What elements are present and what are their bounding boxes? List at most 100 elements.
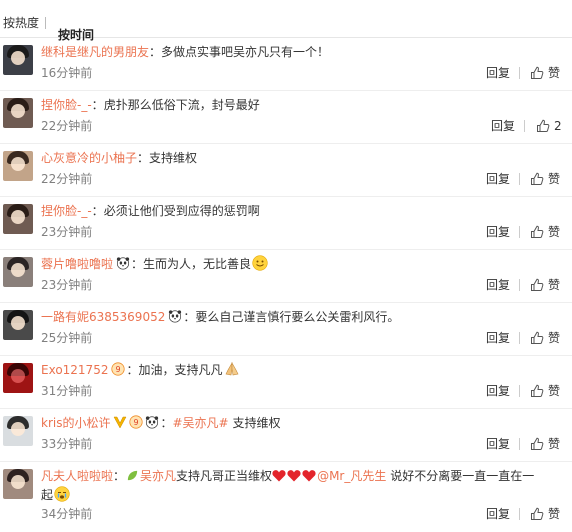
- username-link[interactable]: 捏你脸-_-: [41, 98, 92, 112]
- sort-by-hot-tab[interactable]: 按热度: [3, 15, 39, 31]
- action-divider: [519, 438, 520, 450]
- comment-text: 多做点实事吧吴亦凡只有一个！: [161, 45, 330, 59]
- comment-time: 22分钟前: [41, 172, 93, 186]
- username-link[interactable]: 捏你脸-_-: [41, 204, 92, 218]
- username-link[interactable]: 继科是继凡的男朋友: [41, 45, 149, 59]
- comment-item: 蓉片噜啦噜啦 ：生而为人，无比善良 23分钟前 回复 赞: [0, 250, 572, 303]
- like-label: 赞: [548, 384, 561, 398]
- like-button[interactable]: 赞: [530, 276, 560, 294]
- comment-time: 23分钟前: [41, 225, 93, 239]
- comment-time: 31分钟前: [41, 384, 93, 398]
- avatar[interactable]: [3, 98, 33, 128]
- reply-button[interactable]: 回复: [486, 224, 510, 240]
- avatar[interactable]: [3, 151, 33, 181]
- like-label: 赞: [548, 437, 561, 451]
- like-button[interactable]: 赞: [530, 505, 560, 523]
- reply-button[interactable]: 回复: [486, 506, 510, 522]
- heart-icon: [302, 469, 316, 482]
- comment-text: 加油，支持凡凡: [138, 363, 223, 377]
- comment-item: 捏你脸-_-：虎扑那么低俗下流，封号最好 22分钟前 回复 2: [0, 91, 572, 144]
- comment-time: 23分钟前: [41, 278, 93, 292]
- reply-button[interactable]: 回复: [486, 383, 510, 399]
- reply-button[interactable]: 回复: [491, 118, 515, 134]
- avatar[interactable]: [3, 257, 33, 287]
- reply-button[interactable]: 回复: [486, 330, 510, 346]
- like-button[interactable]: 赞: [530, 64, 560, 82]
- mention-link[interactable]: @Mr_凡先生: [317, 469, 386, 483]
- like-button[interactable]: 赞: [530, 223, 560, 241]
- fan-badge-icon: [111, 362, 125, 376]
- comment-item: 心灰意冷的小柚子：支持维权 22分钟前 回复 赞: [0, 144, 572, 197]
- avatar[interactable]: [3, 204, 33, 234]
- heart-icon: [272, 469, 286, 482]
- comment-line: 心灰意冷的小柚子：支持维权: [41, 151, 198, 165]
- avatar[interactable]: [3, 310, 33, 340]
- thumbs-up-icon: [530, 384, 544, 398]
- avatar[interactable]: [3, 469, 33, 499]
- like-label: 赞: [548, 278, 561, 292]
- like-count: 2: [554, 119, 562, 133]
- like-button[interactable]: 赞: [530, 170, 560, 188]
- comment-time: 33分钟前: [41, 437, 93, 451]
- mention-link[interactable]: 吴亦凡: [140, 469, 176, 483]
- username-link[interactable]: 蓉片噜啦噜啦: [41, 257, 113, 271]
- comment-line: 捏你脸-_-：必须让他们受到应得的惩罚啊: [41, 204, 260, 218]
- reply-button[interactable]: 回复: [486, 436, 510, 452]
- comment-text: 虎扑那么低俗下流，封号最好: [103, 98, 260, 112]
- reply-button[interactable]: 回复: [486, 277, 510, 293]
- comment-line: 蓉片噜啦噜啦 ：生而为人，无比善良: [41, 255, 564, 273]
- comment-item: kris的小松许 ：#吴亦凡# 支持维权 33分钟前 回复 赞: [0, 409, 572, 462]
- comment-list: 继科是继凡的男朋友：多做点实事吧吴亦凡只有一个！ 16分钟前 回复 赞 捏你脸-…: [0, 38, 572, 523]
- username-link[interactable]: Exo121752: [41, 363, 108, 377]
- action-divider: [519, 279, 520, 291]
- comment-line: 凡夫人啦啦啦： 吴亦凡支持凡哥正当维权 @Mr_凡先生 说好不分离要一直一直在一: [41, 469, 535, 483]
- avatar[interactable]: [3, 45, 33, 75]
- username-link[interactable]: kris的小松许: [41, 416, 110, 430]
- comment-text: 必须让他们受到应得的惩罚啊: [103, 204, 260, 218]
- username-link[interactable]: 心灰意冷的小柚子: [41, 151, 137, 165]
- panda-badge-icon: [116, 256, 130, 270]
- username-link[interactable]: 凡夫人啦啦啦: [41, 469, 113, 483]
- avatar[interactable]: [3, 416, 33, 446]
- like-button[interactable]: 赞: [530, 329, 560, 347]
- comment-time: 22分钟前: [41, 119, 93, 133]
- avatar[interactable]: [3, 363, 33, 393]
- like-button[interactable]: 赞: [530, 435, 560, 453]
- thumbs-up-icon: [536, 119, 550, 133]
- comment-item: Exo121752 ：加油，支持凡凡 31分钟前 回复 赞: [0, 356, 572, 409]
- action-divider: [519, 385, 520, 397]
- comment-text: 支持维权: [149, 151, 198, 165]
- like-label: 赞: [548, 66, 561, 80]
- comment-item: 继科是继凡的男朋友：多做点实事吧吴亦凡只有一个！ 16分钟前 回复 赞: [0, 38, 572, 91]
- like-button[interactable]: 2: [536, 117, 562, 135]
- thumbs-up-icon: [530, 437, 544, 451]
- comment-line: 捏你脸-_-：虎扑那么低俗下流，封号最好: [41, 98, 260, 112]
- comment-item: 捏你脸-_-：必须让他们受到应得的惩罚啊 23分钟前 回复 赞: [0, 197, 572, 250]
- reply-button[interactable]: 回复: [486, 171, 510, 187]
- thumbs-up-icon: [530, 278, 544, 292]
- smile-emoji-icon: [252, 255, 268, 271]
- comment-text: 要么自己谨言慎行要么公关雷利风行。: [195, 310, 400, 324]
- fan-badge-icon: [129, 415, 143, 429]
- comment-text: 支持凡哥正当维权: [176, 469, 273, 483]
- reply-button[interactable]: 回复: [486, 65, 510, 81]
- topic-link[interactable]: #吴亦凡#: [173, 416, 229, 430]
- action-divider: [519, 226, 520, 238]
- thumbs-up-icon: [530, 331, 544, 345]
- like-label: 赞: [548, 507, 561, 521]
- action-divider: [519, 508, 520, 520]
- like-button[interactable]: 赞: [530, 382, 560, 400]
- thumbs-up-icon: [530, 507, 544, 521]
- like-label: 赞: [548, 172, 561, 186]
- action-divider: [524, 120, 525, 132]
- comment-time: 34分钟前: [41, 507, 93, 521]
- sort-bar: 按热度 按时间: [0, 0, 572, 42]
- username-link[interactable]: 一路有妮6385369052: [41, 310, 165, 324]
- thumbs-up-icon: [530, 66, 544, 80]
- comment-time: 16分钟前: [41, 66, 93, 80]
- vip-badge-icon: [113, 415, 127, 429]
- action-divider: [519, 332, 520, 344]
- comment-text: 生而为人，无比善良: [143, 257, 252, 271]
- action-divider: [519, 67, 520, 79]
- cry-emoji-icon: [54, 486, 70, 502]
